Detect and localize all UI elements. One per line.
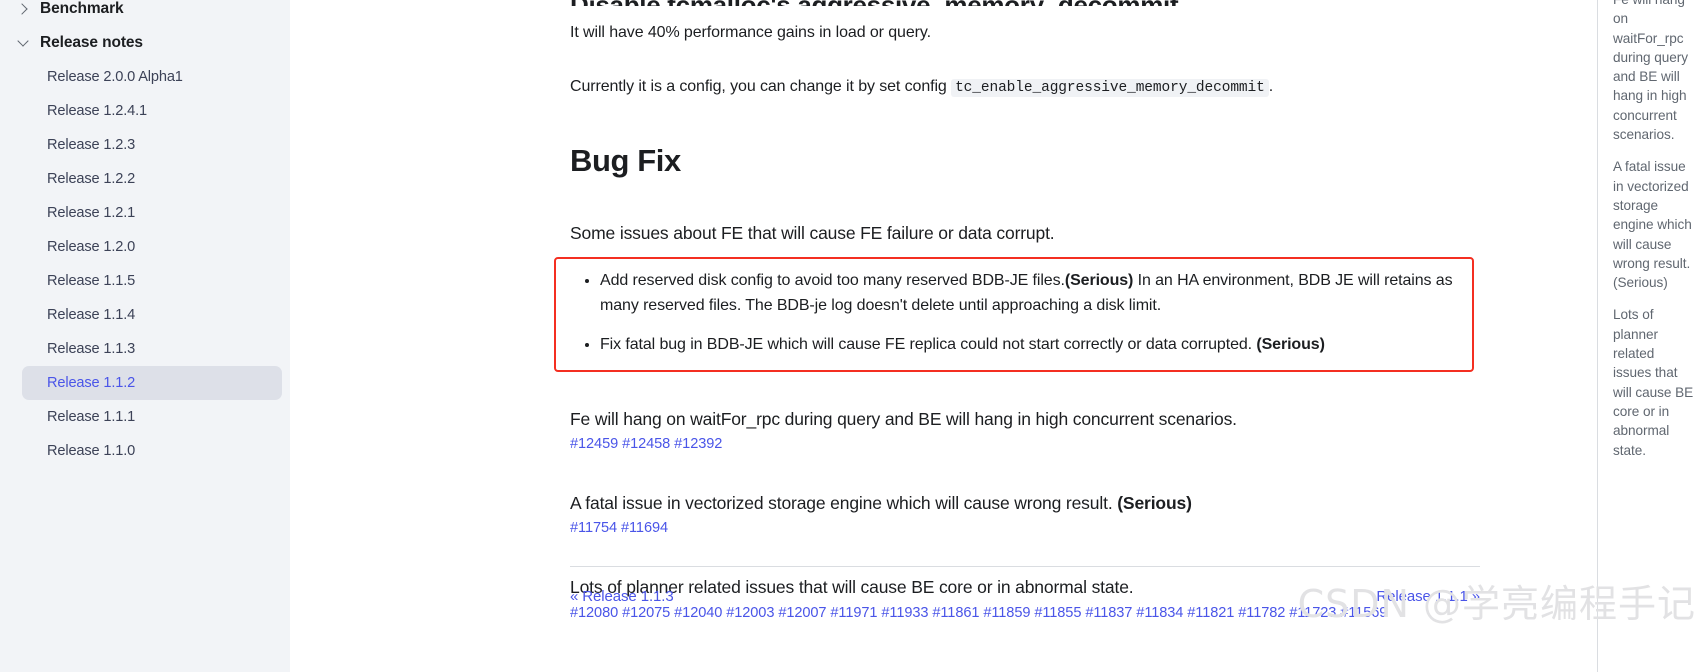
sidebar-item-release-114[interactable]: Release 1.1.4	[22, 298, 282, 332]
paragraph-performance-gains: It will have 40% performance gains in lo…	[570, 24, 931, 41]
sidebar-item-release-115[interactable]: Release 1.1.5	[22, 264, 282, 298]
issue-link[interactable]: #12392	[674, 436, 722, 452]
issue-link[interactable]: #12007	[778, 605, 826, 621]
sidebar-item-release-112[interactable]: Release 1.1.2	[22, 366, 282, 400]
sidebar-item-release-121[interactable]: Release 1.2.1	[22, 196, 282, 230]
next-page-link[interactable]: Release 1.1.1 »	[1376, 588, 1480, 605]
sidebar-item-release-120[interactable]: Release 1.2.0	[22, 230, 282, 264]
issue-link[interactable]: #11837	[1085, 605, 1132, 621]
config-note-text-before: Currently it is a config, you can change…	[570, 77, 952, 95]
list-item: Add reserved disk config to avoid too ma…	[600, 269, 1458, 319]
issue-link[interactable]: #12459	[570, 436, 618, 452]
issue-links-planner-issues: #12080 #12075 #12040 #12003 #12007 #1197…	[570, 603, 1480, 625]
sidebar-group-label: Benchmark	[40, 0, 124, 17]
highlight-annotation-box: Add reserved disk config to avoid too ma…	[554, 257, 1474, 373]
issue-link[interactable]: #11694	[621, 520, 668, 536]
bullet-severity-badge: (Serious)	[1256, 336, 1325, 354]
sidebar-item-release-123[interactable]: Release 1.2.3	[22, 128, 282, 162]
document-body: Disable tcmalloc's aggressive_memory_dec…	[554, 0, 1480, 625]
sidebar-item-release-200-alpha1[interactable]: Release 2.0.0 Alpha1	[22, 60, 282, 94]
section-title-text: A fatal issue in vectorized storage engi…	[570, 493, 1118, 514]
pagination-nav: « Release 1.1.3 Release 1.1.1 »	[570, 588, 1480, 605]
main-content: Disable tcmalloc's aggressive_memory_dec…	[290, 0, 1708, 672]
issue-link[interactable]: #12003	[726, 605, 774, 621]
issue-link[interactable]: #11933	[881, 605, 928, 621]
left-sidebar: Benchmark Release notes Release 2.0.0 Al…	[0, 0, 290, 672]
sidebar-group-benchmark[interactable]: Benchmark	[8, 0, 282, 26]
issue-link[interactable]: #12458	[622, 436, 670, 452]
heading-disable-tcmalloc: Disable tcmalloc's aggressive_memory_dec…	[570, 0, 1480, 6]
section-title-vectorized-storage: A fatal issue in vectorized storage engi…	[570, 490, 1480, 516]
issue-link[interactable]: #11723	[1289, 605, 1336, 621]
paragraph-config-note: Currently it is a config, you can change…	[570, 74, 1480, 100]
issue-link[interactable]: #11834	[1136, 605, 1183, 621]
toc-item-fe-hang[interactable]: Fe will hang on waitFor_rpc during query…	[1613, 0, 1696, 144]
section-title-fe-hang: Fe will hang on waitFor_rpc during query…	[570, 409, 1237, 430]
issue-link[interactable]: #11855	[1034, 605, 1081, 621]
issue-link[interactable]: #12080	[570, 605, 618, 621]
issue-link[interactable]: #11782	[1238, 605, 1285, 621]
chevron-right-icon	[16, 2, 30, 16]
bullet-severity-badge: (Serious)	[1064, 272, 1134, 290]
issue-links-vectorized-storage: #11754 #11694	[570, 518, 1480, 540]
docs-page: Benchmark Release notes Release 2.0.0 Al…	[0, 0, 1708, 672]
toc-item-vectorized-storage[interactable]: A fatal issue in vectorized storage engi…	[1613, 157, 1696, 292]
fe-issues-list: Add reserved disk config to avoid too ma…	[570, 269, 1458, 358]
table-of-contents: Fe will hang on waitFor_rpc during query…	[1597, 0, 1708, 672]
sidebar-item-release-111[interactable]: Release 1.1.1	[22, 400, 282, 434]
section-title-fe-issues: Some issues about FE that will cause FE …	[570, 222, 1055, 243]
issue-link[interactable]: #11754	[570, 520, 617, 536]
sidebar-group-label: Release notes	[40, 34, 143, 51]
toc-item-planner-issues[interactable]: Lots of planner related issues that will…	[1613, 305, 1696, 459]
sidebar-item-release-1241[interactable]: Release 1.2.4.1	[22, 94, 282, 128]
list-item: Fix fatal bug in BDB-JE which will cause…	[600, 333, 1458, 358]
config-note-text-after: .	[1268, 77, 1274, 95]
sidebar-group-release-notes[interactable]: Release notes	[8, 26, 282, 60]
issue-link[interactable]: #12040	[674, 605, 722, 621]
config-key-code: tc_enable_aggressive_memory_decommit	[951, 78, 1269, 97]
sidebar-item-release-110[interactable]: Release 1.1.0	[22, 434, 282, 468]
issue-link[interactable]: #11859	[983, 605, 1030, 621]
sidebar-item-release-122[interactable]: Release 1.2.2	[22, 162, 282, 196]
heading-bug-fix: Bug Fix	[570, 143, 681, 179]
issue-link[interactable]: #11971	[830, 605, 877, 621]
section-severity-badge: (Serious)	[1117, 493, 1192, 514]
issue-link[interactable]: #11861	[932, 605, 979, 621]
chevron-down-icon	[16, 36, 30, 50]
issue-link[interactable]: #12075	[622, 605, 670, 621]
bullet-text-a: Fix fatal bug in BDB-JE which will cause…	[600, 336, 1257, 354]
issue-links-fe-hang: #12459 #12458 #12392	[570, 434, 1480, 456]
footer-divider	[570, 566, 1480, 567]
issue-link[interactable]: #11821	[1187, 605, 1234, 621]
issue-link[interactable]: #11569	[1340, 605, 1387, 621]
prev-page-link[interactable]: « Release 1.1.3	[570, 588, 674, 605]
sidebar-item-release-113[interactable]: Release 1.1.3	[22, 332, 282, 366]
bullet-text-a: Add reserved disk config to avoid too ma…	[600, 272, 1065, 290]
